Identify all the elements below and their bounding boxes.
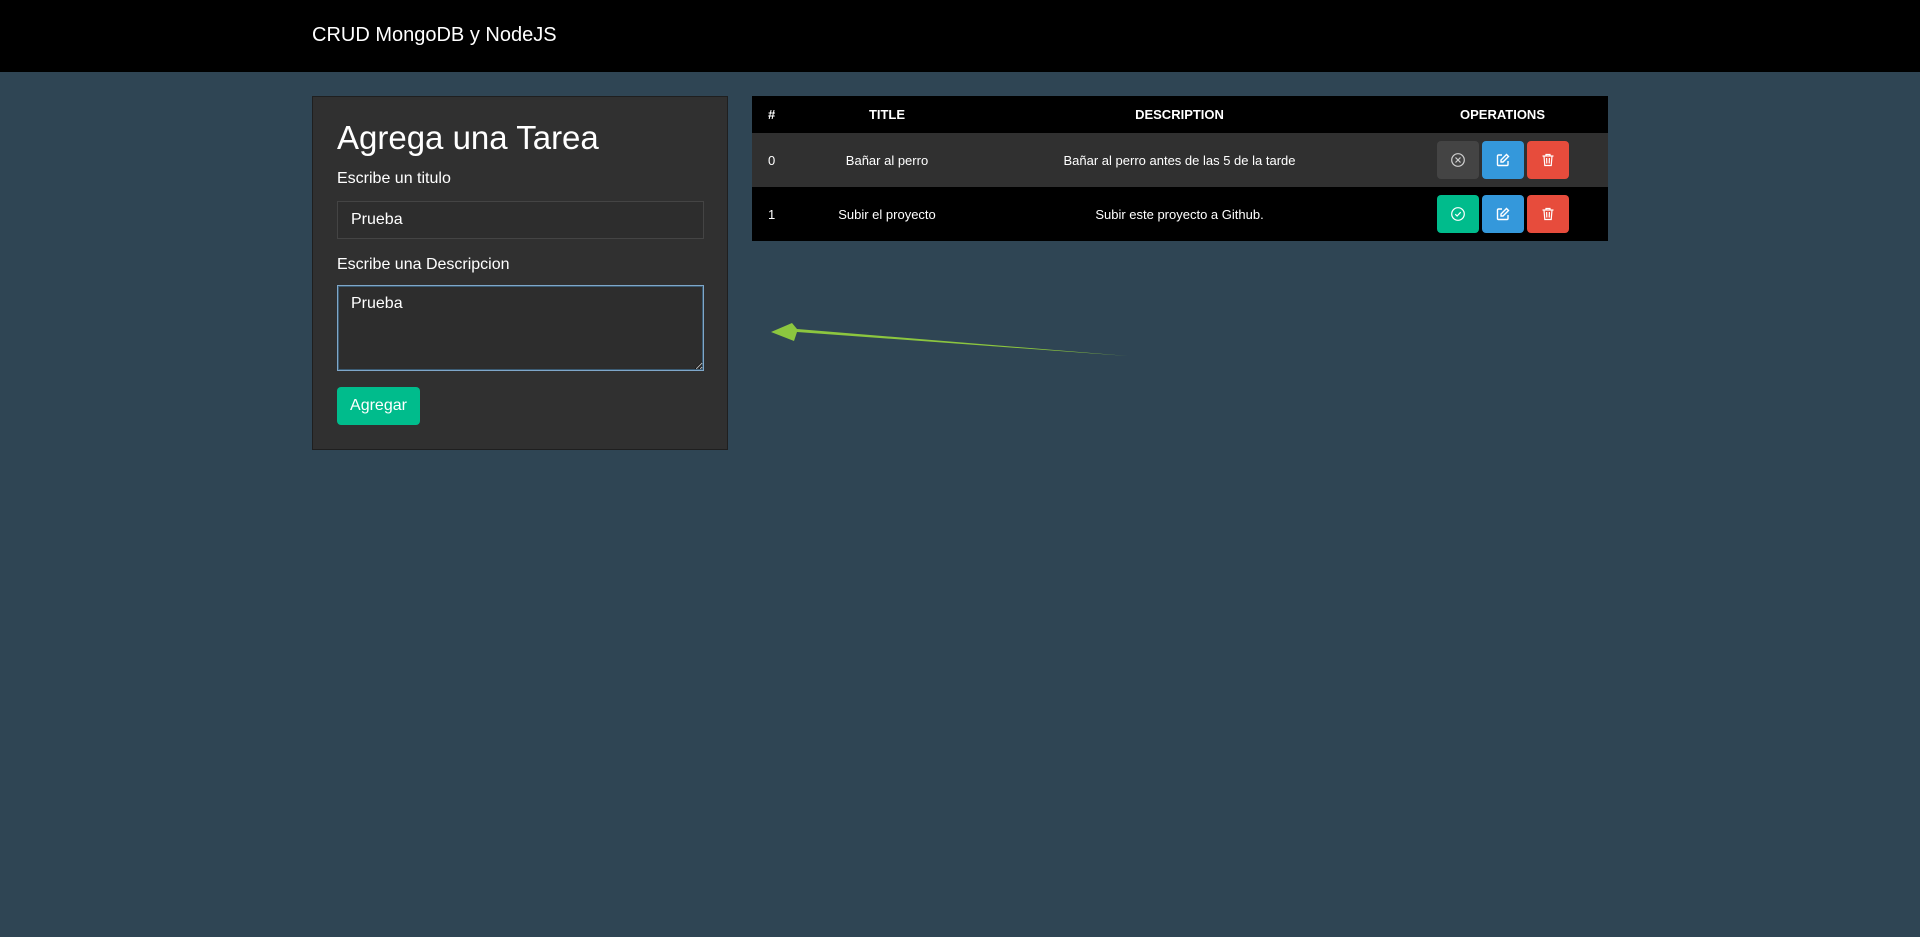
title-label: Escribe un titulo [337,170,451,187]
navbar-brand[interactable]: CRUD MongoDB y NodeJS [312,24,557,47]
add-task-button[interactable]: Agregar [337,387,420,425]
column-header-operations: OPERATIONS [1397,96,1608,133]
column-header-num: # [752,96,812,133]
column-header-description: DESCRIPTION [962,96,1397,133]
row-title: Bañar al perro [812,133,962,187]
edit-task-button[interactable] [1481,195,1524,233]
edit-icon [1496,207,1509,221]
toggle-status-button[interactable] [1436,141,1479,179]
edit-task-button[interactable] [1481,141,1524,179]
row-operations [1397,187,1608,241]
form-heading: Agrega una Tarea [337,119,599,156]
delete-task-button[interactable] [1526,141,1569,179]
table-header-row: # TITLE DESCRIPTION OPERATIONS [752,96,1608,133]
table-row: 0 Bañar al perro Bañar al perro antes de… [752,133,1608,187]
delete-task-button[interactable] [1526,195,1569,233]
row-description: Bañar al perro antes de las 5 de la tard… [962,133,1397,187]
edit-icon [1496,153,1509,167]
description-label: Escribe una Descripcion [337,256,510,273]
x-circle-icon [1450,153,1465,167]
trash-icon [1542,153,1553,167]
description-textarea[interactable]: Prueba [337,285,704,371]
row-num: 1 [752,187,812,241]
trash-icon [1542,207,1553,221]
row-operations [1397,133,1608,187]
check-circle-icon [1450,207,1465,221]
row-description: Subir este proyecto a Github. [962,187,1397,241]
table-row: 1 Subir el proyecto Subir este proyecto … [752,187,1608,241]
column-header-title: TITLE [812,96,962,133]
row-title: Subir el proyecto [812,187,962,241]
title-input[interactable] [337,201,704,239]
navbar: CRUD MongoDB y NodeJS [0,0,1920,72]
row-num: 0 [752,133,812,187]
toggle-status-button[interactable] [1436,195,1479,233]
add-task-card: Agrega una Tarea Escribe un titulo Escri… [312,96,728,450]
tasks-table: # TITLE DESCRIPTION OPERATIONS 0 Bañar a… [752,96,1608,241]
